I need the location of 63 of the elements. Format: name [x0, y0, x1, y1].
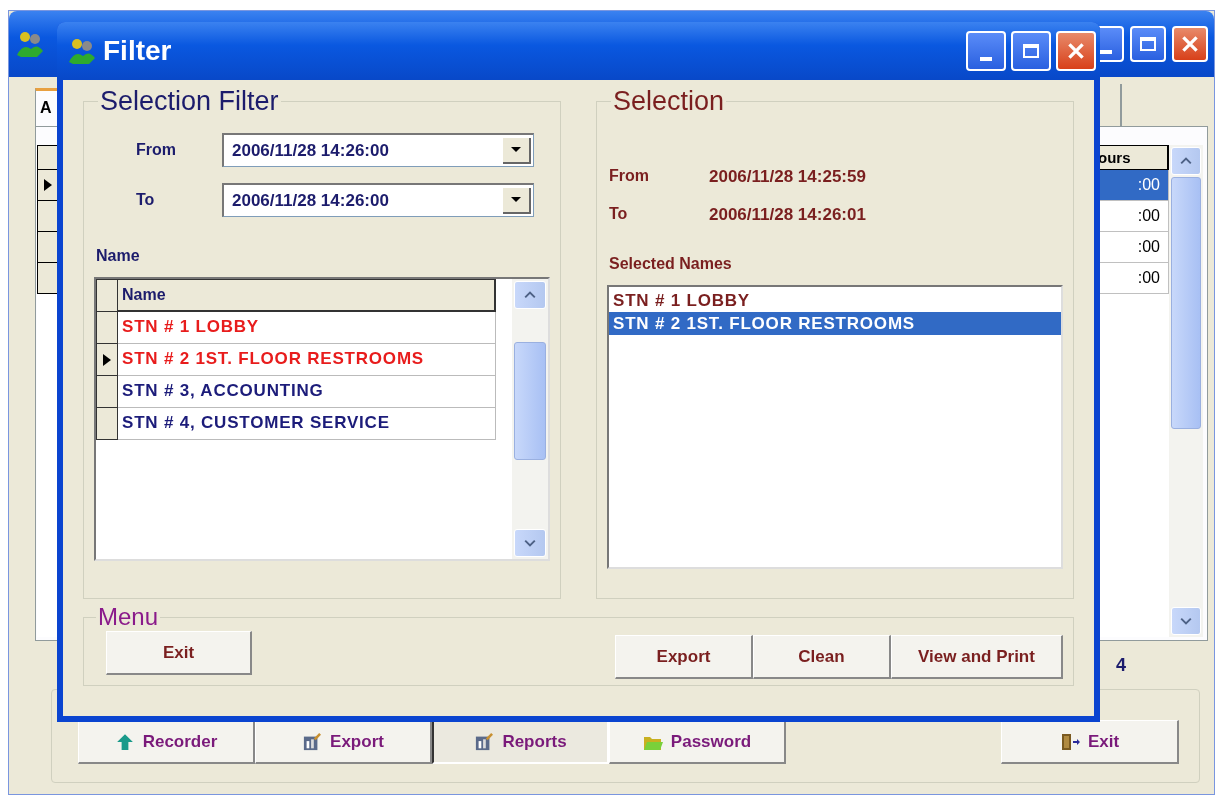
chevron-down-icon — [1180, 617, 1192, 625]
report-icon — [302, 732, 323, 751]
to-date-dropdown[interactable]: 2006/11/28 14:26:00 — [222, 183, 534, 217]
scroll-up-button[interactable] — [514, 281, 546, 309]
chevron-up-icon — [524, 291, 536, 299]
toolbar-button[interactable]: Password — [609, 720, 786, 764]
caret-icon — [511, 197, 521, 202]
scroll-thumb[interactable] — [1171, 177, 1201, 429]
scroll-thumb[interactable] — [514, 342, 546, 460]
toolbar-button[interactable]: Reports — [432, 720, 609, 764]
menu-button[interactable]: Export — [615, 635, 753, 679]
table-cell[interactable]: STN # 2 1ST. FLOOR RESTROOMS — [118, 344, 496, 376]
close-icon — [1179, 33, 1201, 55]
to-label: To — [135, 191, 156, 209]
people-icon — [15, 29, 45, 59]
report-icon — [474, 733, 495, 751]
list-item[interactable]: STN # 1 LOBBY — [609, 289, 1061, 312]
row-header — [37, 263, 59, 294]
row-header — [96, 408, 118, 440]
group-title: Selection — [612, 86, 726, 117]
menu-button[interactable]: View and Print — [891, 635, 1063, 679]
group-title: Menu — [97, 603, 160, 631]
from-label: From — [608, 167, 650, 186]
chevron-up-icon — [1180, 157, 1192, 165]
row-header — [96, 279, 118, 312]
exit-button[interactable]: Exit — [106, 631, 252, 675]
table-cell[interactable]: STN # 3, ACCOUNTING — [118, 376, 496, 408]
close-button[interactable] — [1056, 31, 1096, 71]
scrollbar[interactable] — [512, 279, 548, 559]
from-label: From — [135, 141, 177, 159]
people-icon — [67, 36, 97, 66]
from-date-dropdown[interactable]: 2006/11/28 14:26:00 — [222, 133, 534, 167]
record-count: 4 — [1116, 654, 1126, 676]
list-item[interactable]: STN # 2 1ST. FLOOR RESTROOMS — [609, 312, 1061, 335]
to-date: 2006/11/28 14:26:01 — [709, 205, 866, 225]
row-header — [37, 232, 59, 263]
scrollbar[interactable] — [1169, 145, 1203, 637]
close-icon — [1065, 40, 1087, 62]
window-title: Filter — [103, 35, 172, 67]
selected-names-label: Selected Names — [609, 255, 733, 273]
chevron-down-icon — [524, 539, 536, 547]
maximize-button[interactable] — [1130, 26, 1166, 62]
dropdown-button[interactable] — [503, 137, 531, 164]
dropdown-button[interactable] — [503, 187, 531, 214]
from-date: 2006/11/28 14:25:59 — [709, 167, 866, 187]
toolbar-button[interactable]: Recorder — [78, 720, 255, 764]
minimize-button[interactable] — [966, 31, 1006, 71]
group-title: Selection Filter — [99, 86, 280, 117]
table-cell[interactable]: STN # 1 LOBBY — [118, 312, 496, 344]
scroll-up-button[interactable] — [1171, 147, 1201, 175]
exit-button[interactable]: Exit — [1001, 720, 1179, 764]
to-label: To — [608, 205, 629, 224]
close-button[interactable] — [1172, 26, 1208, 62]
column-header: Name — [118, 279, 496, 312]
caret-icon — [511, 147, 521, 152]
scroll-down-button[interactable] — [1171, 607, 1201, 635]
maximize-button[interactable] — [1011, 31, 1051, 71]
scroll-down-button[interactable] — [514, 529, 546, 557]
menu-button[interactable]: Clean — [753, 635, 891, 679]
door-icon — [1059, 732, 1080, 751]
table-cell[interactable]: STN # 4, CUSTOMER SERVICE — [118, 408, 496, 440]
name-label: Name — [96, 247, 141, 265]
toolbar-button[interactable]: Export — [255, 720, 432, 764]
